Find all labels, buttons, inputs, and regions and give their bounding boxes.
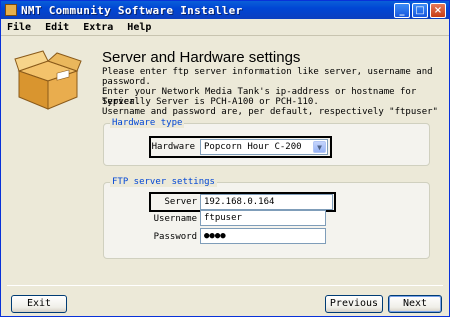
server-input[interactable]: 192.168.0.164 [200, 194, 333, 210]
installer-window: NMT Community Software Installer _ □ × F… [0, 0, 450, 317]
title-bar[interactable]: NMT Community Software Installer _ □ × [1, 1, 449, 19]
menu-file[interactable]: File [7, 22, 31, 33]
server-label: Server [164, 197, 197, 207]
typical-text: Typically Server is PCH-A100 or PCH-110.… [102, 97, 438, 117]
previous-button[interactable]: Previous [325, 295, 383, 313]
username-label: Username [153, 214, 197, 224]
menu-extra[interactable]: Extra [83, 22, 113, 33]
chevron-down-icon[interactable]: ▼ [313, 141, 326, 153]
hardware-selected-value: Popcorn Hour C-200 [204, 142, 302, 152]
footer-divider [7, 285, 443, 286]
close-button[interactable]: × [430, 2, 446, 18]
hardware-label: Hardware [151, 142, 195, 152]
menu-bar: File Edit Extra Help [1, 19, 449, 36]
hardware-select[interactable]: Popcorn Hour C-200 ▼ [200, 139, 328, 155]
password-label: Password [153, 232, 197, 242]
page-title: Server and Hardware settings [102, 49, 301, 66]
app-icon [5, 4, 17, 16]
window-title: NMT Community Software Installer [21, 3, 243, 17]
menu-help[interactable]: Help [127, 22, 151, 33]
hardware-group-title: Hardware type [110, 118, 185, 128]
maximize-button[interactable]: □ [412, 2, 428, 18]
password-input[interactable]: ●●●● [200, 228, 326, 244]
exit-button[interactable]: Exit [11, 295, 67, 313]
ftp-group-title: FTP server settings [110, 177, 217, 187]
package-box-icon [14, 50, 82, 110]
username-input[interactable]: ftpuser [200, 210, 326, 226]
menu-edit[interactable]: Edit [45, 22, 69, 33]
minimize-button[interactable]: _ [394, 2, 410, 18]
next-button[interactable]: Next [388, 295, 442, 313]
